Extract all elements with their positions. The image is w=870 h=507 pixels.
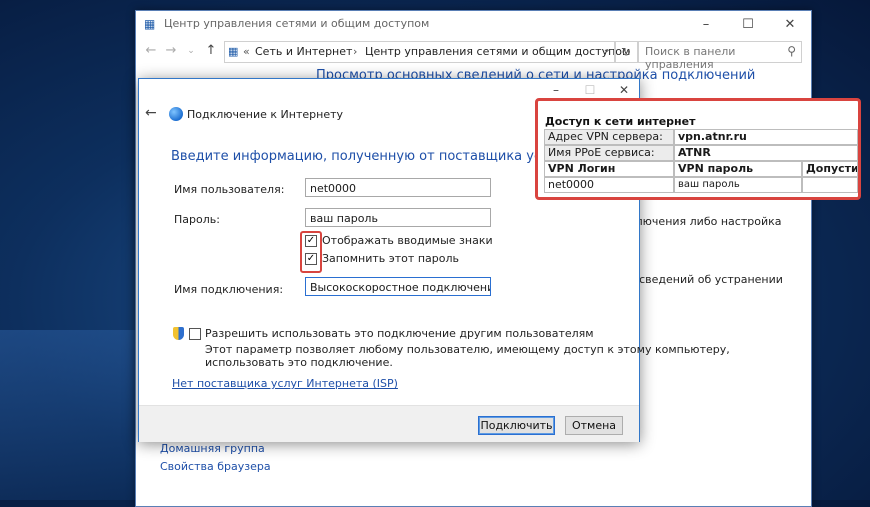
username-label: Имя пользователя:	[174, 183, 285, 196]
address-chevrons[interactable]: «	[243, 45, 250, 58]
table-cell-password: ваш пароль	[674, 177, 802, 193]
forward-icon[interactable]: →	[164, 43, 178, 59]
table-cell-extra	[802, 177, 858, 193]
table-header-password: VPN пароль	[674, 161, 802, 177]
search-input[interactable]: Поиск в панели управления ⚲	[638, 41, 802, 71]
password-field[interactable]: ваш пароль	[305, 208, 491, 227]
up-icon[interactable]: ↑	[204, 43, 218, 59]
vpn-server-value: vpn.atnr.ru	[674, 129, 858, 145]
desktop-background	[0, 330, 140, 500]
minimize-button[interactable]: –	[685, 11, 727, 39]
address-bar[interactable]: ▦ « Сеть и Интернет › Центр управления с…	[224, 41, 630, 63]
username-field[interactable]: net0000	[305, 178, 491, 197]
connection-name-label: Имя подключения:	[174, 283, 284, 296]
window-title: Центр управления сетями и общим доступом	[164, 17, 430, 30]
troubleshoot-text-fragment: я сведений об устранении	[629, 273, 783, 286]
link-browser-properties[interactable]: Свойства браузера	[160, 460, 271, 473]
table-header-extra: Допусти	[802, 161, 858, 177]
cancel-button[interactable]: Отмена	[565, 416, 623, 435]
info-card-title: Доступ к сети интернет	[545, 115, 696, 128]
vpn-server-label: Адрес VPN сервера:	[544, 129, 674, 145]
allow-others-checkbox[interactable]	[189, 328, 201, 340]
shield-icon	[173, 327, 184, 340]
allow-others-label[interactable]: Разрешить использовать это подключение д…	[205, 327, 594, 340]
pppoe-value: ATNR	[674, 145, 858, 161]
navigation-bar: ← → ⌄ ↑ ▦ « Сеть и Интернет › Центр упра…	[136, 39, 811, 71]
search-icon: ⚲	[787, 44, 796, 58]
window-titlebar: ▦ Центр управления сетями и общим доступ…	[136, 11, 811, 39]
control-panel-icon: ▦	[228, 45, 239, 58]
table-cell-login: net0000	[544, 177, 674, 193]
allow-others-description-2: использовать это подключение.	[205, 356, 393, 369]
checkbox-highlight	[300, 231, 322, 273]
maximize-button[interactable]: ☐	[727, 11, 769, 39]
back-arrow-icon[interactable]: ←	[145, 105, 157, 121]
dialog-title: Подключение к Интернету	[187, 108, 344, 121]
remember-password-label[interactable]: Запомнить этот пароль	[322, 252, 459, 265]
breadcrumb-separator: ›	[353, 45, 358, 58]
password-label: Пароль:	[174, 213, 220, 226]
globe-network-icon	[169, 107, 183, 121]
setup-text-fragment: ключения либо настройка	[629, 215, 782, 228]
refresh-icon[interactable]: ↻	[614, 41, 638, 63]
chevron-down-icon[interactable]: ⌄	[603, 44, 611, 55]
connect-button[interactable]: Подключить	[478, 416, 555, 435]
connection-name-field[interactable]: Высокоскоростное подключение	[305, 277, 491, 296]
show-characters-label[interactable]: Отображать вводимые знаки	[322, 234, 493, 247]
pppoe-label: Имя PPoE сервиса:	[544, 145, 674, 161]
recent-dropdown-icon[interactable]: ⌄	[184, 43, 198, 59]
dialog-footer: Подключить Отмена	[139, 405, 639, 442]
vpn-info-card: Доступ к сети интернет Адрес VPN сервера…	[535, 98, 861, 200]
back-icon[interactable]: ←	[144, 43, 158, 59]
breadcrumb-network-internet[interactable]: Сеть и Интернет	[255, 45, 352, 58]
table-header-login: VPN Логин	[544, 161, 674, 177]
network-center-icon: ▦	[144, 17, 156, 31]
link-homegroup[interactable]: Домашняя группа	[160, 442, 265, 455]
breadcrumb-network-center[interactable]: Центр управления сетями и общим доступом	[365, 45, 630, 58]
no-isp-link[interactable]: Нет поставщика услуг Интернета (ISP)	[172, 377, 398, 390]
allow-others-description-1: Этот параметр позволяет любому пользоват…	[205, 343, 730, 356]
close-button[interactable]: ✕	[769, 11, 811, 39]
